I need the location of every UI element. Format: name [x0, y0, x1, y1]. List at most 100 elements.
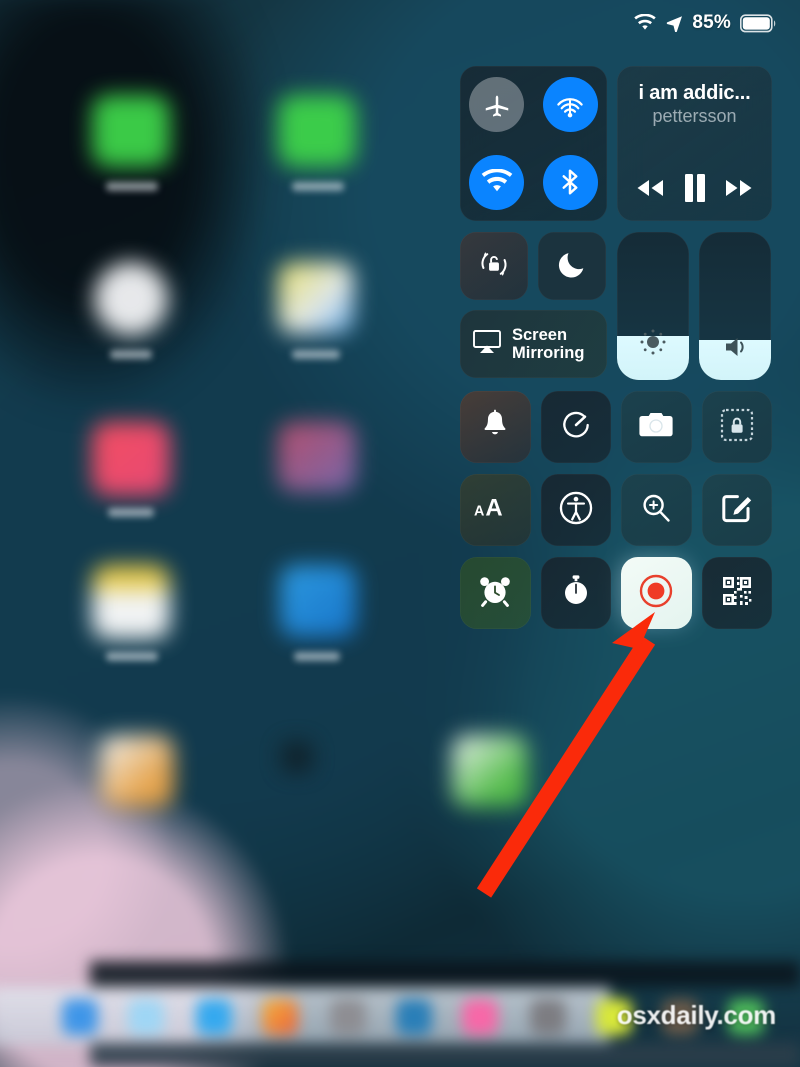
stopwatch-toggle[interactable]: [540, 557, 611, 629]
moon-icon: [556, 248, 588, 285]
home-app-icon: [278, 262, 354, 334]
text-size-toggle[interactable]: A A: [460, 474, 531, 546]
home-app-icon: [278, 422, 356, 492]
dock-icon: [62, 999, 98, 1035]
stopwatch-icon: [560, 574, 592, 613]
qr-code-icon: [720, 574, 754, 613]
dock-icon: [530, 999, 566, 1035]
record-icon: [637, 572, 675, 615]
dock-icon: [462, 999, 498, 1035]
cc-top-row: i am addic... pettersson: [460, 66, 772, 221]
rotation-lock-icon: [476, 246, 512, 287]
airplane-icon: [482, 90, 512, 120]
home-app-icon: [280, 565, 356, 637]
home-app-label: [110, 350, 152, 359]
location-arrow-icon: [666, 15, 683, 32]
airdrop-toggle[interactable]: [542, 77, 598, 133]
wallpaper-dark-region: [0, 0, 270, 410]
status-bar: 85%: [0, 0, 800, 46]
toggle-row-1: [460, 391, 772, 463]
airplay-icon: [472, 328, 502, 361]
home-app-icon: [452, 735, 528, 807]
magnifier-toggle[interactable]: [621, 474, 692, 546]
airdrop-icon: [554, 89, 586, 121]
sliders-group: [617, 232, 771, 380]
airplane-mode-toggle[interactable]: [469, 77, 525, 133]
home-app-icon: [94, 262, 168, 336]
home-app-icon: [92, 95, 170, 167]
home-app-label: [292, 182, 344, 191]
magnifier-icon: [639, 491, 673, 530]
rewind-icon[interactable]: [635, 177, 665, 199]
connectivity-module: [460, 66, 607, 221]
notes-pencil-icon: [720, 491, 754, 530]
home-app-label: [292, 350, 340, 359]
do-not-disturb-toggle[interactable]: [538, 232, 606, 300]
fast-forward-icon[interactable]: [724, 177, 754, 199]
dock-icon: [196, 999, 232, 1035]
wifi-icon: [481, 169, 513, 195]
battery-icon: [740, 13, 778, 33]
brightness-slider[interactable]: [617, 232, 689, 380]
home-app-label: [106, 652, 158, 661]
timer-dial-icon: [559, 408, 593, 447]
dock-dark-band: [90, 961, 800, 987]
home-app-label: [106, 182, 158, 191]
home-app-icon: [282, 742, 312, 772]
svg-text:A: A: [486, 494, 503, 521]
camera-icon: [638, 410, 674, 445]
alarm-toggle[interactable]: [460, 557, 531, 629]
guided-access-toggle[interactable]: [701, 391, 772, 463]
home-app-label: [294, 652, 340, 661]
bluetooth-icon: [555, 167, 585, 197]
screen-mirroring-label: Screen Mirroring: [512, 326, 584, 363]
pause-icon[interactable]: [683, 173, 707, 203]
now-playing-module[interactable]: i am addic... pettersson: [617, 66, 772, 221]
wifi-icon: [633, 14, 657, 32]
lock-in-frame-icon: [720, 408, 754, 447]
volume-slider[interactable]: [699, 232, 771, 380]
screen-mirroring-line1: Screen: [512, 325, 568, 344]
accessibility-toggle[interactable]: [540, 474, 611, 546]
battery-percent: 85%: [692, 12, 731, 33]
rotation-dnd-pair: [460, 232, 607, 300]
screen-mirroring-line2: Mirroring: [512, 344, 585, 362]
bluetooth-toggle[interactable]: [542, 154, 598, 210]
camera-toggle[interactable]: [621, 391, 692, 463]
ios-control-center-screen: 85% i am addic... pettersson Screen Mirr…: [0, 0, 800, 1067]
svg-text:A: A: [474, 503, 484, 519]
now-playing-artist: pettersson: [652, 106, 737, 126]
dock-bottom-bar: [90, 1043, 800, 1067]
home-app-icon: [278, 95, 356, 167]
cc-middle-row: Screen Mirroring: [460, 232, 772, 380]
now-playing-controls: [629, 173, 760, 203]
screen-mirroring-button[interactable]: Screen Mirroring: [460, 310, 607, 378]
toggle-row-2: A A: [460, 474, 772, 546]
home-app-label: [108, 508, 154, 517]
site-watermark: osxdaily.com: [616, 1000, 777, 1030]
speaker-icon: [720, 332, 750, 362]
home-app-icon: [100, 735, 174, 807]
dock-icon: [396, 999, 432, 1035]
home-app-icon: [92, 422, 170, 496]
wifi-toggle[interactable]: [469, 154, 525, 210]
night-shift-toggle[interactable]: [540, 391, 611, 463]
notes-toggle[interactable]: [701, 474, 772, 546]
text-size-icon: A A: [473, 494, 517, 527]
dock-icon: [262, 999, 298, 1035]
home-app-icon: [92, 565, 170, 639]
dock-icon: [330, 999, 366, 1035]
rotation-lock-toggle[interactable]: [460, 232, 528, 300]
now-playing-title: i am addic...: [638, 83, 751, 104]
qr-scanner-toggle[interactable]: [701, 557, 772, 629]
bell-icon: [480, 409, 510, 446]
brightness-icon: [637, 326, 669, 358]
left-controls-stack: Screen Mirroring: [460, 232, 607, 380]
toggle-row-3: [460, 557, 772, 629]
notifications-toggle[interactable]: [460, 391, 531, 463]
alarm-clock-icon: [478, 574, 512, 613]
accessibility-icon: [558, 490, 594, 531]
control-center: i am addic... pettersson Screen Mirrorin…: [460, 66, 772, 640]
dock-icon: [128, 999, 164, 1035]
screen-recording-toggle[interactable]: [621, 557, 692, 629]
